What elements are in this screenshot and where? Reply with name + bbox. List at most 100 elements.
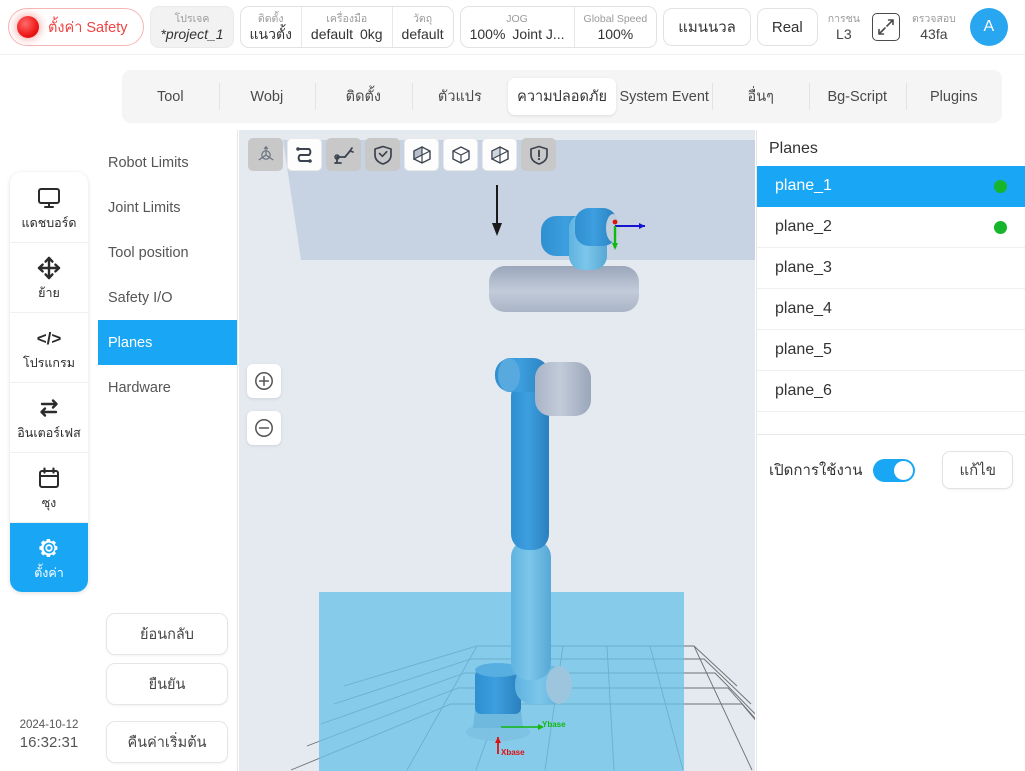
plane-name-2: plane_2 — [775, 218, 832, 235]
tab-tool[interactable]: Tool — [122, 70, 219, 123]
plane-list-item-5[interactable]: plane_5 — [757, 330, 1025, 371]
subnav-item-joint-limits[interactable]: Joint Limits — [98, 185, 237, 230]
settings-tabbar: Tool Wobj ติดตั้ง ตัวแปร ความปลอดภัย Sys… — [122, 70, 1002, 123]
plane-name-5: plane_5 — [775, 341, 832, 358]
clock-date: 2024-10-12 — [19, 719, 79, 731]
axis-x-label: Xbase — [501, 748, 525, 757]
app-root: ตั้งค่า Safety โปรเจค *project_1 ติดตั้ง… — [0, 0, 1025, 771]
viewport-toolbar — [248, 138, 556, 171]
tool-payload: 0kg — [359, 25, 383, 42]
collision-status: การชน L3 — [824, 13, 864, 42]
tab-system-event[interactable]: System Event — [616, 70, 713, 123]
plane-list-item-6[interactable]: plane_6 — [757, 371, 1025, 412]
tab-bg-script[interactable]: Bg-Script — [809, 70, 906, 123]
confirm-button[interactable]: ยืนยัน — [106, 663, 228, 705]
clock: 2024-10-12 16:32:31 — [10, 718, 88, 752]
path-trajectory-icon[interactable] — [287, 138, 322, 171]
expand-arrows-icon[interactable] — [871, 13, 900, 41]
install-cell[interactable]: ติดตั้ง แนวตั้ง — [241, 7, 301, 47]
axis-y-label: Ybase — [542, 720, 566, 729]
project-pill[interactable]: โปรเจค *project_1 — [150, 6, 234, 48]
plane-list-item-1[interactable]: plane_1 — [757, 166, 1025, 207]
axis-tripod-icon[interactable] — [248, 138, 283, 171]
safety-settings-label: ตั้งค่า Safety — [48, 19, 128, 36]
subnav-item-tool-position[interactable]: Tool position — [98, 230, 237, 275]
tab-install[interactable]: ติดตั้ง — [315, 70, 412, 123]
tool-cell[interactable]: เครื่องมือ default 0kg — [300, 7, 392, 47]
sidebar-label-settings: ตั้งค่า — [34, 566, 64, 580]
subnav-item-robot-limits[interactable]: Robot Limits — [98, 140, 237, 185]
plane-name-1: plane_1 — [775, 177, 832, 194]
check-caption: ตรวจสอบ — [911, 12, 956, 25]
config-pill[interactable]: ติดตั้ง แนวตั้ง เครื่องมือ default 0kg ว… — [239, 6, 454, 48]
avatar[interactable]: A — [969, 8, 1008, 46]
real-mode-button[interactable]: Real — [756, 8, 818, 46]
safety-settings-button[interactable]: ตั้งค่า Safety — [8, 8, 145, 46]
swap-arrows-icon — [37, 395, 61, 421]
planes-panel: Planes plane_1 plane_2 plane_3 plane_4 p… — [756, 130, 1025, 771]
sidebar-label-interface: อินเตอร์เฟส — [17, 426, 81, 440]
tab-safety[interactable]: ความปลอดภัย — [508, 70, 616, 123]
enable-label: เปิดการใช้งาน — [769, 462, 863, 479]
plane-name-3: plane_3 — [775, 259, 832, 276]
speed-pill[interactable]: JOG 100% Joint J... Global Speed 100% — [459, 6, 658, 48]
back-button[interactable]: ย้อนกลับ — [106, 613, 228, 655]
robot-arm-icon[interactable] — [326, 138, 361, 171]
plane-list-item-4[interactable]: plane_4 — [757, 289, 1025, 330]
sidebar-item-dashboard[interactable]: แดชบอร์ด — [10, 172, 88, 242]
sidebar-label-move: ย้าย — [38, 286, 60, 300]
plane-controls: เปิดการใช้งาน แก้ไข — [757, 435, 1025, 489]
main-nav-rail: แดชบอร์ด ย้าย </> โปรแกรม อินเตอร์เฟส ซุ… — [10, 172, 88, 592]
manual-mode-button[interactable]: แมนนวล — [663, 8, 751, 46]
plane-list-item-3[interactable]: plane_3 — [757, 248, 1025, 289]
cube-shaded-icon[interactable] — [482, 138, 517, 171]
plane-status-dot-1 — [994, 179, 1007, 193]
planes-panel-title: Planes — [769, 140, 818, 157]
jog-mode: Joint J... — [512, 25, 565, 42]
tab-variables[interactable]: ตัวแปร — [411, 70, 509, 123]
install-caption: ติดตั้ง — [257, 12, 284, 25]
tab-others[interactable]: อื่นๆ — [712, 70, 809, 123]
project-caption: โปรเจค — [174, 12, 210, 25]
robot-3d-viewport[interactable]: Xbase Ybase — [239, 130, 755, 771]
subnav-action-buttons: ย้อนกลับ ยืนยัน คืนค่าเริ่มต้น — [106, 613, 228, 763]
robot-3d-scene: Xbase Ybase — [283, 140, 755, 771]
sidebar-item-program[interactable]: </> โปรแกรม — [10, 312, 88, 382]
global-speed-cell[interactable]: Global Speed 100% — [573, 7, 657, 47]
zoom-out-icon[interactable] — [247, 411, 281, 445]
shield-check-icon[interactable] — [365, 138, 400, 171]
subnav-item-planes[interactable]: Planes — [98, 320, 237, 365]
shield-warning-icon[interactable] — [521, 138, 556, 171]
subnav-item-safety-io[interactable]: Safety I/O — [98, 275, 237, 320]
code-icon: </> — [34, 325, 64, 351]
jog-caption: JOG — [506, 12, 528, 25]
safety-status-led-icon — [17, 16, 39, 38]
zoom-in-icon[interactable] — [247, 364, 281, 398]
edit-button[interactable]: แก้ไข — [942, 451, 1013, 489]
plane-list-item-2[interactable]: plane_2 — [757, 207, 1025, 248]
project-value: *project_1 — [160, 25, 224, 42]
tab-wobj[interactable]: Wobj — [218, 70, 316, 123]
global-speed-value: 100% — [597, 25, 634, 42]
clock-time: 16:32:31 — [19, 734, 79, 751]
sidebar-item-move[interactable]: ย้าย — [10, 242, 88, 312]
enable-toggle[interactable] — [873, 458, 916, 482]
reset-defaults-button[interactable]: คืนค่าเริ่มต้น — [106, 721, 228, 763]
svg-text:</>: </> — [37, 329, 62, 348]
jog-percent: 100% — [469, 25, 506, 42]
sidebar-item-settings[interactable]: ตั้งค่า — [10, 522, 88, 592]
top-status-bar: ตั้งค่า Safety โปรเจค *project_1 ติดตั้ง… — [0, 0, 1025, 55]
tab-plugins[interactable]: Plugins — [905, 70, 1003, 123]
tool-caption: เครื่องมือ — [326, 12, 368, 25]
subnav-item-hardware[interactable]: Hardware — [98, 365, 237, 410]
gear-icon — [37, 535, 61, 561]
sidebar-item-interface[interactable]: อินเตอร์เฟส — [10, 382, 88, 452]
viewport-zoom-controls — [247, 364, 281, 458]
plane-list-end-divider — [757, 412, 1025, 435]
monitor-icon — [37, 185, 61, 211]
material-cell[interactable]: วัตถุ default — [391, 7, 453, 47]
cube-wire-icon[interactable] — [443, 138, 478, 171]
sidebar-item-log[interactable]: ซุง — [10, 452, 88, 522]
jog-cell[interactable]: JOG 100% Joint J... — [461, 7, 574, 47]
cube-filled-icon[interactable] — [404, 138, 439, 171]
